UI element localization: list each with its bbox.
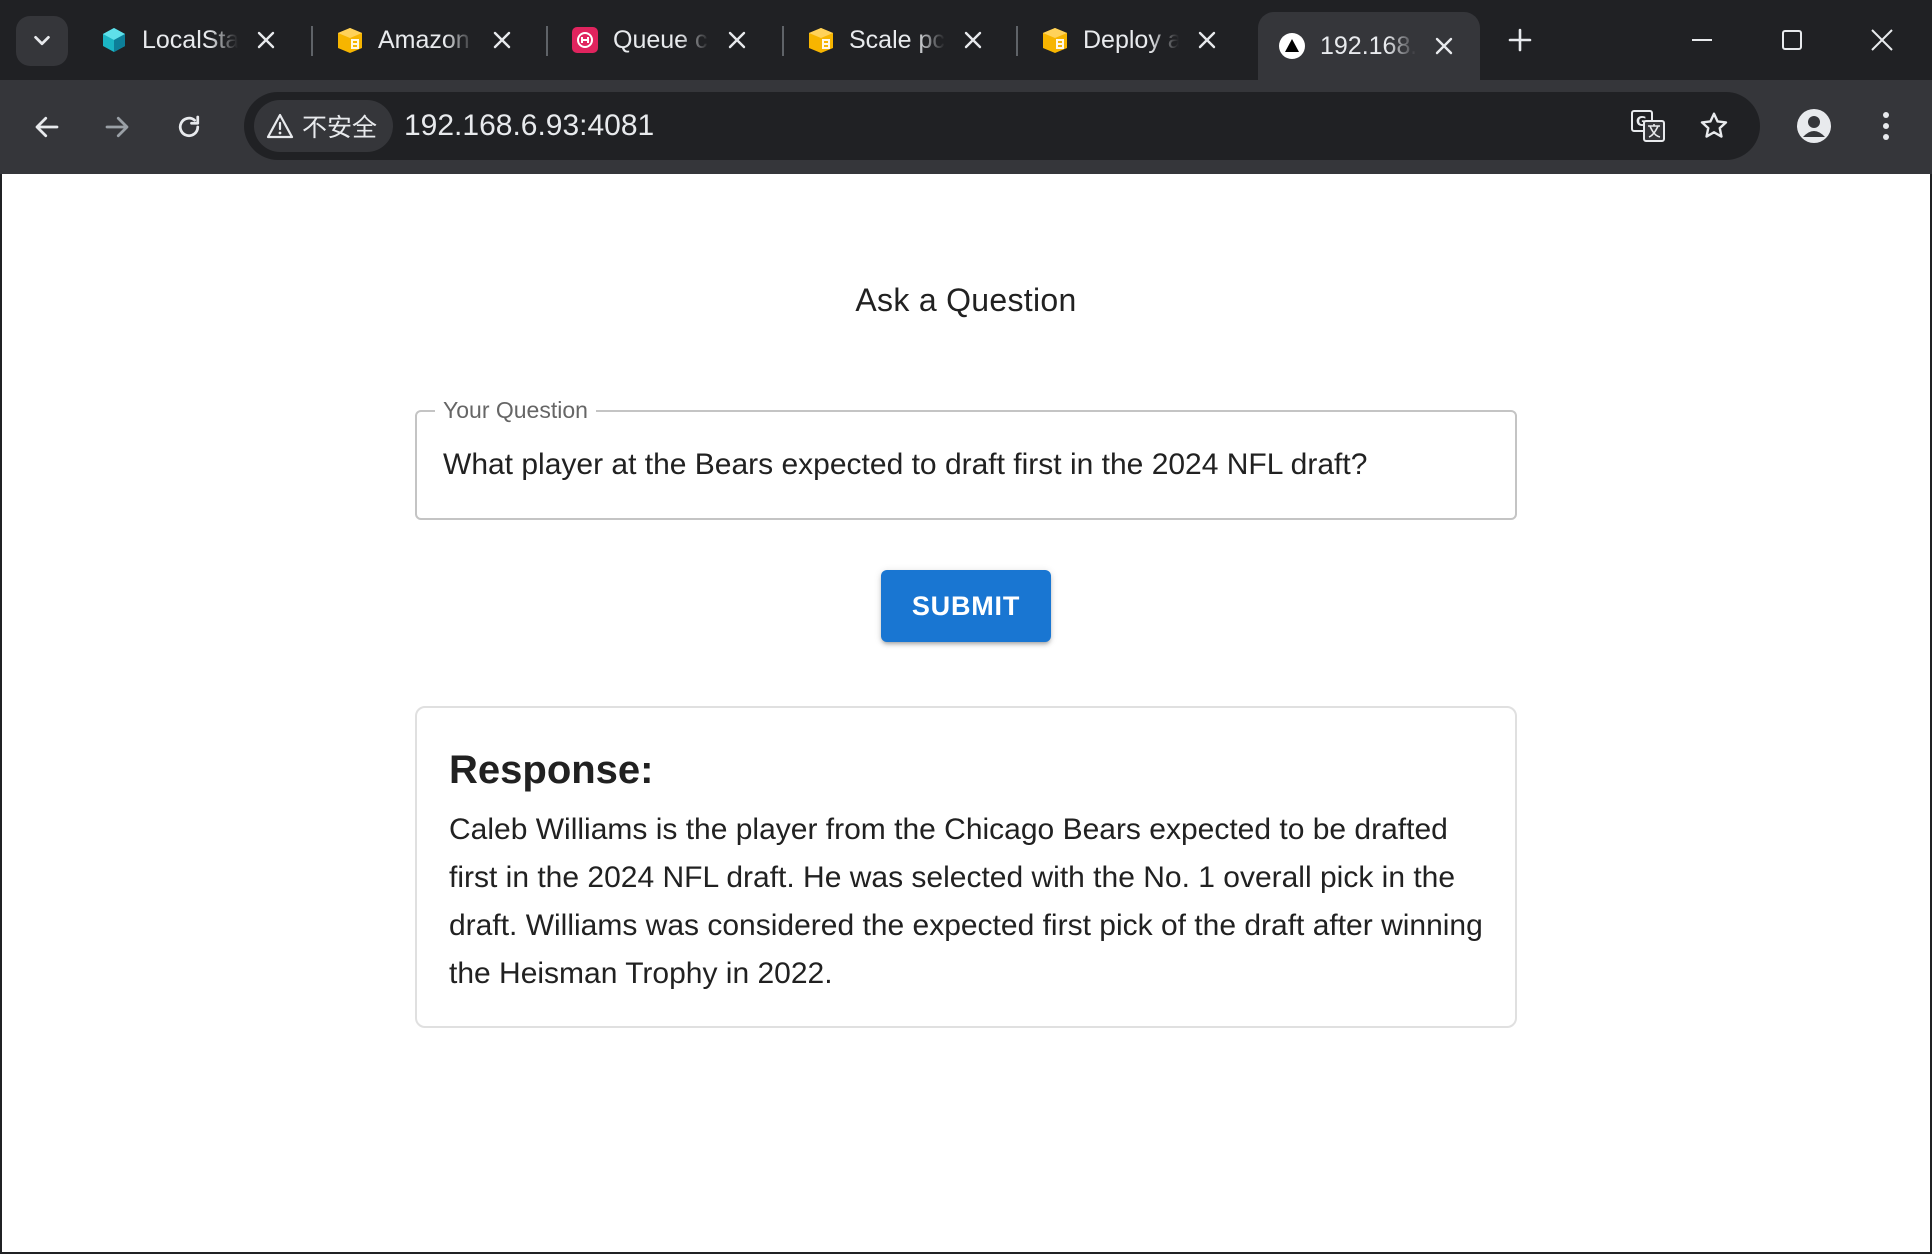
tab-separator [782, 26, 784, 56]
new-tab-button[interactable] [1500, 20, 1540, 60]
submit-button[interactable]: SUBMIT [881, 570, 1051, 642]
close-icon[interactable] [1430, 32, 1458, 60]
response-card: Response: Caleb Williams is the player f… [415, 706, 1517, 1028]
address-bar[interactable]: 不安全 192.168.6.93:4081 G [244, 92, 1760, 160]
triangle-icon [1278, 32, 1306, 60]
forward-button[interactable] [92, 102, 142, 152]
tab-title: 192.168. [1320, 31, 1416, 60]
browser-toolbar: 不安全 192.168.6.93:4081 G [0, 80, 1932, 174]
tab-separator [1016, 26, 1018, 56]
maximize-icon [1782, 30, 1802, 50]
page-title: Ask a Question [855, 282, 1077, 318]
tab-title: Scale pc [849, 25, 945, 54]
close-icon[interactable] [1193, 26, 1221, 54]
chevron-down-icon [34, 35, 50, 46]
star-icon [1700, 112, 1728, 138]
tab-amazon[interactable]: Amazon [316, 12, 516, 68]
window-close-button[interactable] [1852, 20, 1912, 60]
reload-button[interactable] [164, 102, 214, 152]
browser-menu-button[interactable] [1866, 106, 1906, 146]
close-icon[interactable] [252, 26, 280, 54]
arrow-left-icon [35, 116, 59, 138]
tab-scale[interactable]: Scale pc [787, 12, 987, 68]
maximize-button[interactable] [1762, 20, 1822, 60]
security-chip[interactable]: 不安全 [254, 100, 394, 152]
aws-package-icon [336, 26, 364, 54]
aws-package-icon [1041, 26, 1069, 54]
question-input[interactable] [443, 412, 1493, 518]
reload-icon [178, 115, 200, 138]
tab-title: Queue c [613, 25, 708, 54]
tab-title: Amazon [378, 25, 470, 54]
tab-title: Deploy a [1083, 25, 1179, 54]
cube-icon [100, 26, 128, 54]
back-button[interactable] [22, 102, 72, 152]
browser-window: LocalSta Amazon Queue c Scale pc Deploy … [0, 0, 1932, 1254]
bookmark-button[interactable] [1694, 106, 1734, 146]
tab-deploy[interactable]: Deploy a [1021, 12, 1221, 68]
warning-icon [266, 113, 294, 139]
close-icon[interactable] [488, 26, 516, 54]
tab-strip: LocalSta Amazon Queue c Scale pc Deploy … [0, 0, 1932, 80]
arrow-right-icon [105, 116, 129, 138]
close-icon[interactable] [959, 26, 987, 54]
security-chip-label: 不安全 [302, 113, 378, 142]
url-text[interactable]: 192.168.6.93:4081 [404, 92, 654, 160]
close-icon [1871, 29, 1893, 51]
aws-package-icon [807, 26, 835, 54]
translate-button[interactable]: G [1628, 106, 1668, 146]
minimize-button[interactable] [1672, 20, 1732, 60]
tab-localstack[interactable]: LocalSta [80, 12, 280, 68]
question-field[interactable]: Your Question [415, 395, 1517, 520]
plus-icon [1508, 28, 1532, 52]
tab-local-app[interactable]: 192.168. [1258, 12, 1480, 80]
tab-separator [311, 26, 313, 56]
translate-icon: G [1631, 110, 1665, 142]
tab-search-button[interactable] [16, 16, 68, 66]
response-heading: Response: [449, 748, 654, 792]
queue-icon [571, 26, 599, 54]
minimize-icon [1692, 39, 1712, 41]
page-content: Ask a Question Your Question SUBMIT Resp… [2, 174, 1930, 1252]
profile-button[interactable] [1794, 106, 1834, 146]
close-icon[interactable] [723, 26, 751, 54]
avatar-icon [1797, 109, 1831, 143]
tab-queue[interactable]: Queue c [551, 12, 751, 68]
response-text: Caleb Williams is the player from the Ch… [449, 813, 1483, 990]
tab-separator [546, 26, 548, 56]
kebab-menu-icon [1883, 112, 1889, 140]
tab-title: LocalSta [142, 25, 238, 54]
